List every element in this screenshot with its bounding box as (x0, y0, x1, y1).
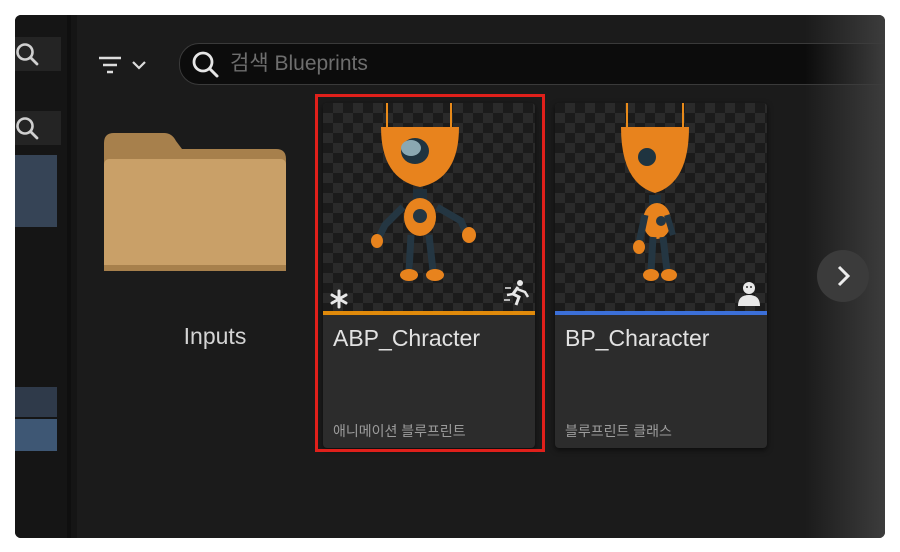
animation-running-icon (504, 280, 530, 306)
sidebar-filter-search-button[interactable] (15, 111, 61, 145)
folder-icon (104, 133, 286, 271)
sidebar-folder-item[interactable] (15, 155, 57, 227)
asset-name: ABP_Chracter (333, 325, 481, 351)
asset-type-color-bar (323, 311, 535, 315)
asset-tile-bp-character[interactable]: BP_Character 블루프린트 클래스 (555, 103, 767, 448)
search-field[interactable] (179, 43, 885, 85)
asset-type-color-bar (555, 311, 767, 315)
next-page-button[interactable] (817, 250, 869, 302)
sidebar-folder-item-selected[interactable] (15, 419, 57, 451)
sidebar-search-button[interactable] (15, 37, 61, 71)
panel-splitter[interactable] (67, 15, 71, 538)
folder-label: Inputs (183, 323, 247, 349)
chevron-down-icon (132, 61, 146, 70)
asterisk-icon (330, 289, 348, 309)
content-browser-window: Inputs (15, 15, 885, 538)
search-icon (16, 117, 39, 140)
asset-name: BP_Character (565, 325, 710, 351)
asset-thumbnail (555, 103, 767, 311)
filter-button[interactable] (97, 51, 157, 79)
asset-tile-abp-chracter[interactable]: ABP_Chracter 애니메이션 블루프린트 (323, 103, 535, 448)
asset-thumbnail (323, 103, 535, 311)
filter-icon (99, 56, 121, 74)
asset-type-label: 애니메이션 블루프린트 (333, 423, 466, 439)
search-input[interactable] (228, 51, 832, 77)
search-icon (16, 43, 39, 66)
character-icon (738, 282, 760, 306)
asset-toolbar (77, 37, 885, 89)
search-icon (192, 51, 219, 78)
chevron-right-icon (837, 265, 851, 287)
sidebar-folder-item[interactable] (15, 387, 57, 417)
folder-inputs[interactable] (100, 125, 290, 285)
asset-type-label: 블루프린트 클래스 (565, 423, 672, 439)
